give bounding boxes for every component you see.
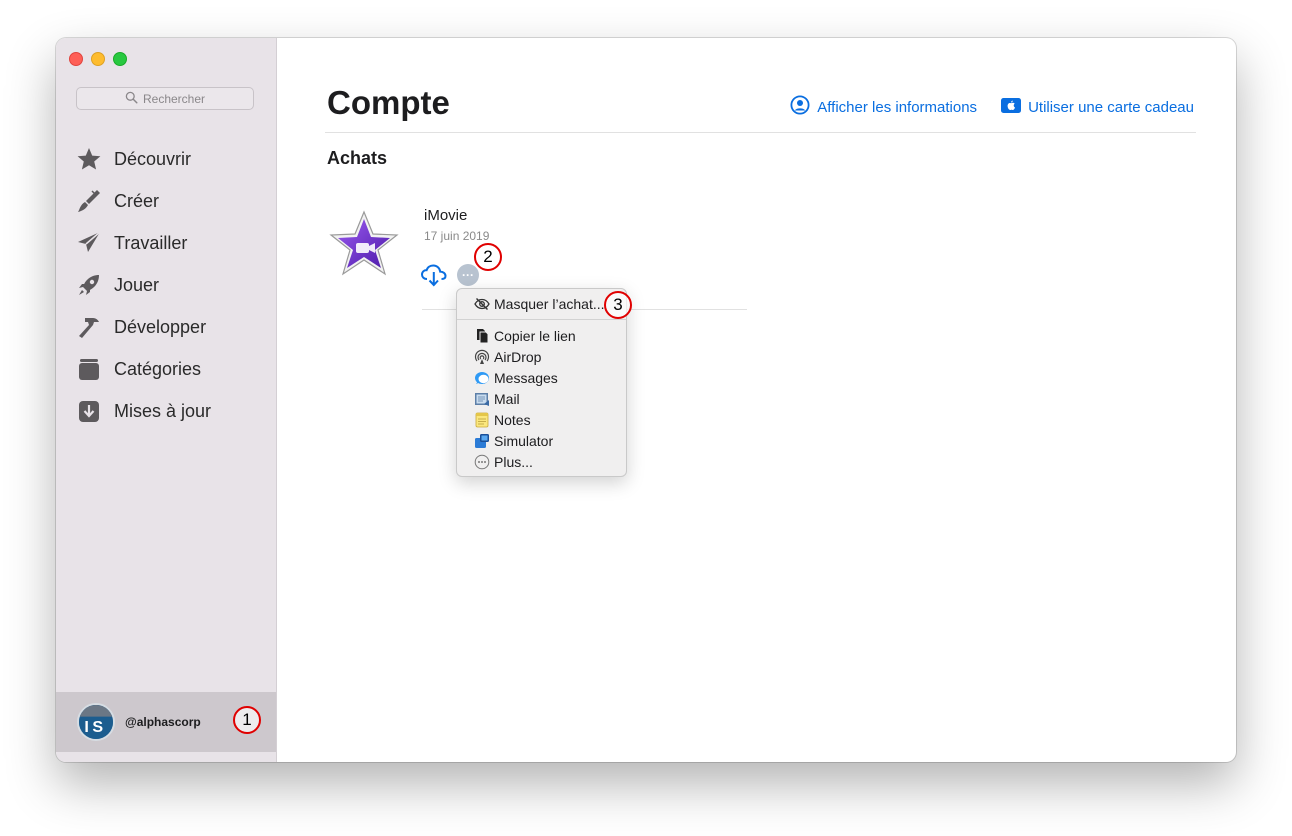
header-divider [325,132,1196,133]
cloud-download-icon [420,264,448,291]
app-store-window: Rechercher Découvrir Créer Travailler Jo… [56,38,1236,762]
section-title: Achats [327,148,388,168]
callout-3: 3 [604,291,632,319]
sidebar-item-label: Créer [114,190,160,211]
header-links: Afficher les informations Utiliser une c… [790,95,1194,119]
sidebar-item-label: Développer [114,316,207,337]
sidebar-item-developper[interactable]: Développer [56,306,276,348]
airdrop-icon [473,348,490,365]
brush-icon [76,188,102,214]
sidebar-item-label: Mises à jour [114,400,212,421]
download-icon [76,398,102,424]
sidebar-item-travailler[interactable]: Travailler [56,222,276,264]
search-placeholder: Rechercher [142,91,206,106]
zoom-window-button[interactable] [113,52,127,66]
more-circle-icon [473,453,490,470]
search-icon [125,91,138,107]
menu-item-label: Mail [494,390,520,407]
purchase-date: 17 juin 2019 [424,229,490,243]
context-menu: Masquer l’achat... Copier le lien AirDro… [456,288,627,477]
rocket-icon [76,272,102,298]
more-options-button[interactable]: ··· [457,264,479,286]
copy-document-icon [473,327,490,344]
menu-item-label: Plus... [494,453,533,470]
sidebar-item-label: Travailler [114,232,188,253]
notes-icon [473,411,490,428]
sidebar-item-label: Jouer [114,274,160,295]
app-name: iMovie [424,207,468,224]
sidebar-item-label: Catégories [114,358,202,379]
sidebar-item-mises-a-jour[interactable]: Mises à jour [56,390,276,432]
eye-slash-icon [473,295,490,312]
menu-item-hide-purchase[interactable]: Masquer l’achat... [457,293,626,314]
gift-card-icon [1001,95,1022,119]
window-controls [69,52,127,66]
hammer-icon [76,314,102,340]
menu-item-label: Simulator [494,432,554,449]
stack-icon [76,356,102,382]
paper-plane-icon [76,230,102,256]
download-button[interactable] [420,263,448,287]
avatar: I S [77,703,115,741]
person-circle-icon [790,95,810,119]
svg-text:S: S [92,718,103,736]
sidebar-item-categories[interactable]: Catégories [56,348,276,390]
menu-item-more[interactable]: Plus... [457,451,626,472]
simulator-icon [473,432,490,449]
gift-card-link[interactable]: Utiliser une carte cadeau [1001,95,1194,119]
show-info-label: Afficher les informations [817,98,978,116]
menu-item-simulator[interactable]: Simulator [457,430,626,451]
svg-text:I: I [84,718,88,736]
sidebar-item-decouvrir[interactable]: Découvrir [56,138,276,180]
menu-item-notes[interactable]: Notes [457,409,626,430]
sidebar-item-label: Découvrir [114,148,192,169]
search-field[interactable]: Rechercher [76,87,254,110]
show-info-link[interactable]: Afficher les informations [790,95,977,119]
messages-icon [473,369,490,386]
menu-item-airdrop[interactable]: AirDrop [457,346,626,367]
menu-item-label: Copier le lien [494,327,576,344]
menu-item-messages[interactable]: Messages [457,367,626,388]
menu-item-label: AirDrop [494,348,542,365]
menu-item-mail[interactable]: Mail [457,388,626,409]
star-icon [76,146,102,172]
sidebar-nav: Découvrir Créer Travailler Jouer Dévelop… [56,138,276,432]
mail-icon [473,390,490,407]
sidebar-item-creer[interactable]: Créer [56,180,276,222]
gift-card-label: Utiliser une carte cadeau [1028,98,1194,116]
close-window-button[interactable] [69,52,83,66]
main-content: Compte Afficher les informations Utilise… [277,38,1236,762]
imovie-app-icon [329,210,399,280]
menu-item-label: Notes [494,411,531,428]
sidebar: Rechercher Découvrir Créer Travailler Jo… [56,38,277,762]
page-title: Compte [327,84,450,121]
account-name: @alphascorp [125,715,201,729]
minimize-window-button[interactable] [91,52,105,66]
callout-1: 1 [233,706,261,734]
callout-2: 2 [474,243,502,271]
sidebar-item-jouer[interactable]: Jouer [56,264,276,306]
menu-item-copy-link[interactable]: Copier le lien [457,325,626,346]
menu-separator [457,319,626,320]
menu-item-label: Masquer l’achat... [494,295,605,312]
menu-item-label: Messages [494,369,558,386]
